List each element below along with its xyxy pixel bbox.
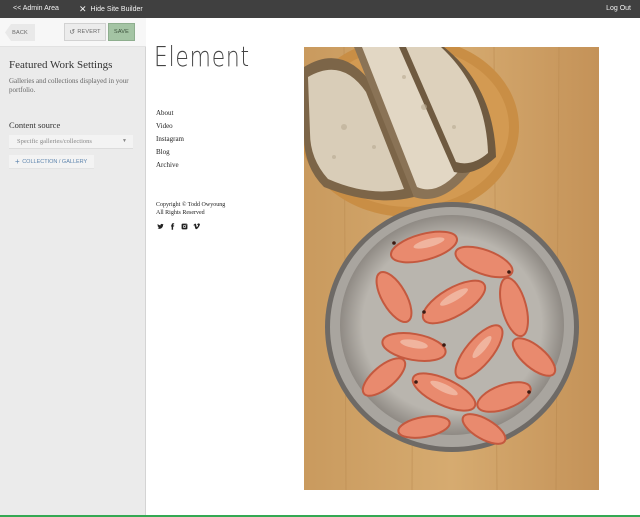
social-links bbox=[157, 223, 200, 230]
twitter-icon[interactable] bbox=[157, 223, 164, 230]
nav-link-instagram[interactable]: Instagram bbox=[156, 133, 184, 146]
copyright-line: Copyright © Todd Owyoung bbox=[156, 202, 226, 208]
caret-down-icon: ▼ bbox=[122, 139, 127, 144]
copyright: Copyright © Todd Owyoung All Rights Rese… bbox=[156, 202, 225, 217]
back-button[interactable]: BACK bbox=[5, 24, 35, 41]
revert-label: REVERT bbox=[77, 29, 101, 35]
site-title[interactable]: Element bbox=[154, 40, 250, 73]
featured-photo[interactable] bbox=[304, 47, 599, 490]
nav-link-about[interactable]: About bbox=[156, 107, 184, 120]
admin-topbar: << Admin Area ✕ Hide Site Builder Log Out bbox=[0, 0, 640, 18]
facebook-icon[interactable] bbox=[169, 223, 176, 230]
hide-site-builder-link[interactable]: ✕ Hide Site Builder bbox=[79, 0, 143, 18]
content-source-value: Specific galleries/collections bbox=[17, 138, 92, 145]
panel-title: Featured Work Settings bbox=[9, 59, 113, 71]
close-icon: ✕ bbox=[79, 4, 87, 14]
hide-site-builder-label: Hide Site Builder bbox=[90, 6, 143, 13]
plus-icon: + bbox=[15, 157, 20, 166]
content-source-select[interactable]: Specific galleries/collections ▼ bbox=[9, 135, 133, 149]
site-nav: About Video Instagram Blog Archive bbox=[156, 107, 184, 172]
log-out-link[interactable]: Log Out bbox=[606, 0, 631, 18]
settings-panel: BACK ↺ REVERT SAVE Featured Work Settings… bbox=[0, 18, 146, 515]
revert-button[interactable]: ↺ REVERT bbox=[64, 23, 106, 41]
save-button[interactable]: SAVE bbox=[108, 23, 135, 41]
add-collection-button[interactable]: + COLLECTION / GALLERY bbox=[9, 155, 94, 169]
admin-area-link[interactable]: << Admin Area bbox=[13, 0, 59, 18]
rights-line: All Rights Reserved bbox=[156, 209, 205, 216]
undo-icon: ↺ bbox=[69, 29, 76, 36]
add-collection-label: COLLECTION / GALLERY bbox=[22, 159, 88, 165]
nav-link-blog[interactable]: Blog bbox=[156, 146, 184, 159]
panel-description: Galleries and collections displayed in y… bbox=[9, 77, 129, 94]
content-source-label: Content source bbox=[9, 120, 61, 130]
nav-link-archive[interactable]: Archive bbox=[156, 159, 184, 172]
nav-link-video[interactable]: Video bbox=[156, 120, 184, 133]
panel-toolbar: BACK ↺ REVERT SAVE bbox=[0, 18, 146, 47]
vimeo-icon[interactable] bbox=[193, 223, 200, 230]
instagram-icon[interactable] bbox=[181, 223, 188, 230]
featured-photo-graphic bbox=[304, 47, 599, 490]
